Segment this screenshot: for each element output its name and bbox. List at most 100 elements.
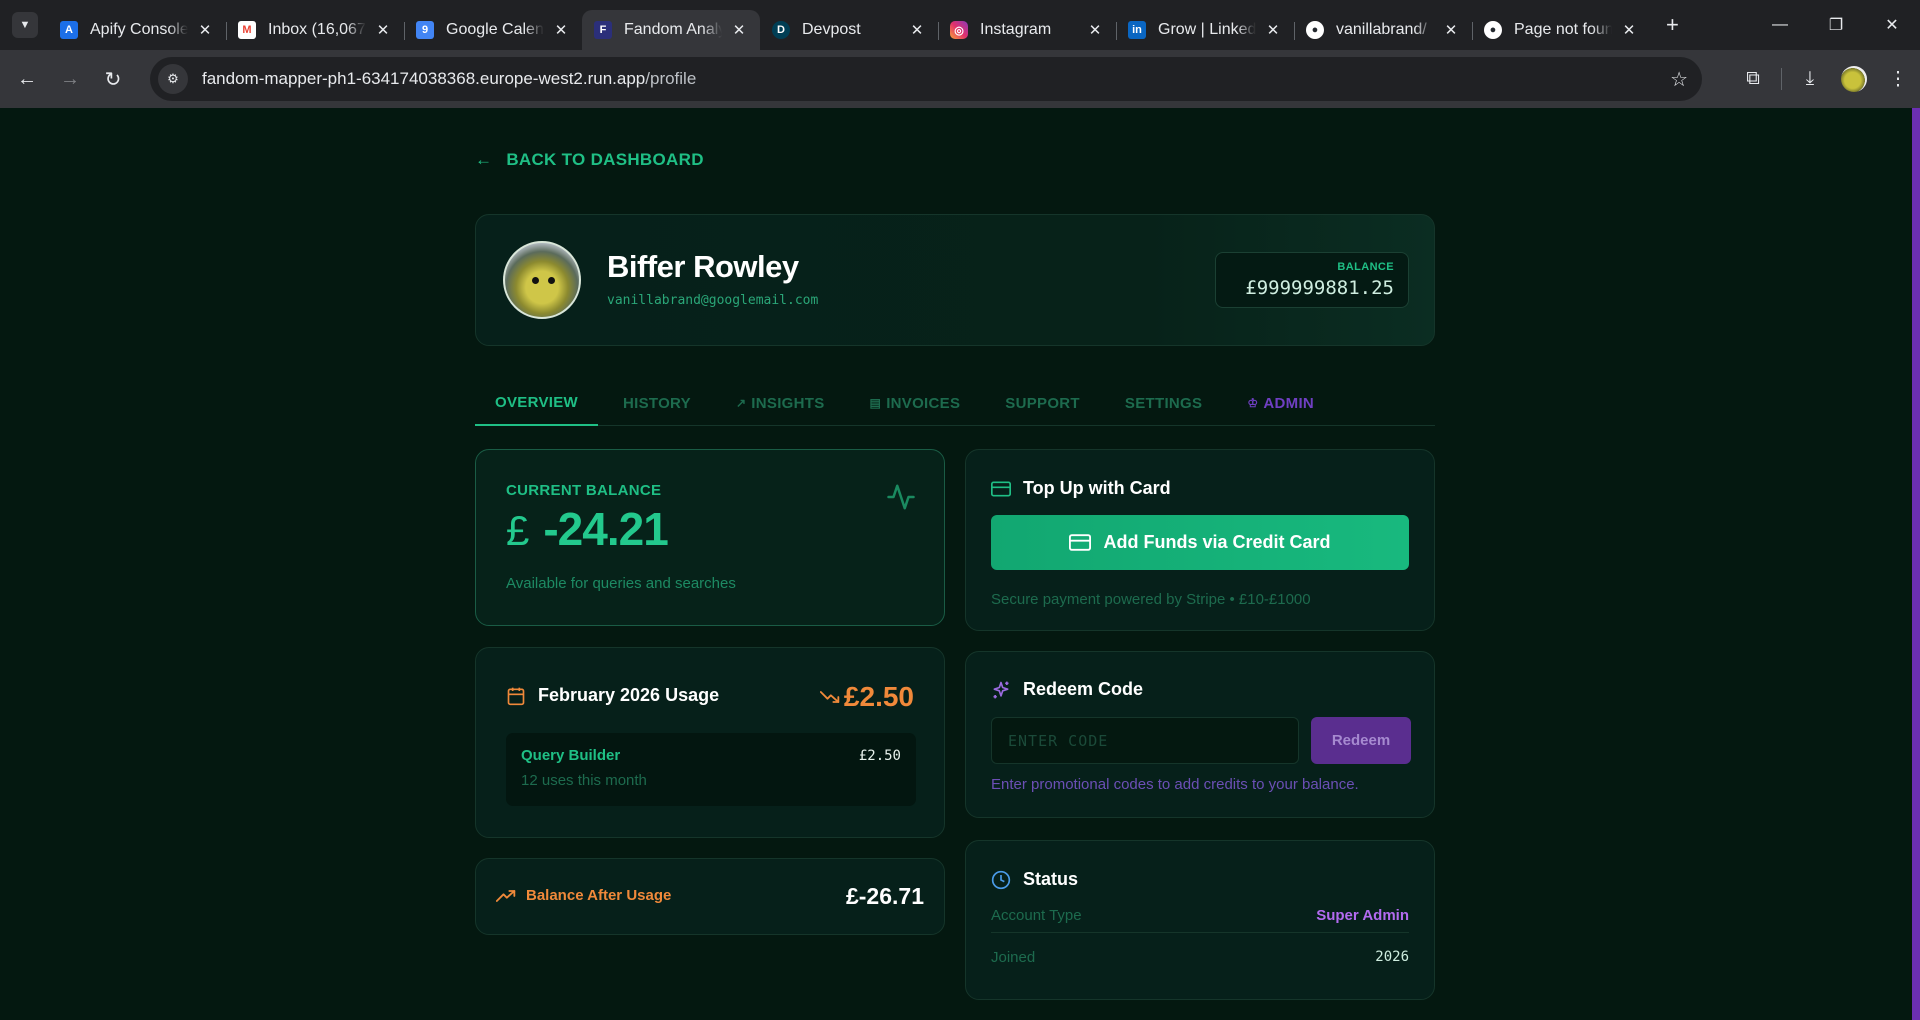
apify-icon: A: [60, 21, 78, 39]
add-funds-button[interactable]: Add Funds via Credit Card: [991, 515, 1409, 570]
tab-admin[interactable]: ♔ ADMIN: [1227, 380, 1334, 426]
usage-title-text: February 2026 Usage: [538, 685, 720, 705]
user-email: vanillabrand@googlemail.com: [607, 293, 819, 308]
profile-tabs: OVERVIEW HISTORY ↗ INSIGHTS ▤ INVOICES SUP…: [475, 380, 1435, 426]
tab-label: ADMIN: [1263, 394, 1315, 412]
browser-tab[interactable]: ● vanillabrand/ ✕: [1294, 10, 1472, 50]
linkedin-icon: in: [1128, 21, 1146, 39]
account-type-label: Account Type: [991, 907, 1082, 924]
status-card: Status Account Type Super Admin Joined 2…: [965, 840, 1435, 1000]
tab-settings[interactable]: SETTINGS: [1105, 380, 1222, 426]
account-type-row: Account Type Super Admin: [991, 899, 1409, 933]
joined-value: 2026: [1375, 949, 1409, 965]
browser-tab[interactable]: 9 Google Calendar ✕: [404, 10, 582, 50]
balance-after-value: £-26.71: [845, 883, 924, 909]
browser-tab[interactable]: D Devpost ✕: [760, 10, 938, 50]
profile-avatar[interactable]: [1832, 57, 1876, 101]
close-icon[interactable]: ✕: [196, 21, 214, 39]
list-item: Query Builder 12 uses this month £2.50: [506, 733, 916, 806]
close-icon[interactable]: ✕: [1442, 21, 1460, 39]
header-balance-label: BALANCE: [1337, 261, 1394, 273]
current-balance-subtitle: Available for queries and searches: [506, 575, 736, 592]
redeem-code-card: Redeem Code Redeem Enter promotional cod…: [965, 651, 1435, 818]
url-host: fandom-mapper-ph1-634174038368.europe-we…: [202, 69, 646, 88]
close-icon[interactable]: ✕: [730, 21, 748, 39]
browser-tab[interactable]: ● Page not found ✕: [1472, 10, 1650, 50]
redeem-button[interactable]: Redeem: [1311, 717, 1411, 764]
url-path: /profile: [645, 69, 697, 88]
scrollbar[interactable]: [1912, 108, 1920, 1020]
close-icon[interactable]: ✕: [1264, 21, 1282, 39]
tab-invoices[interactable]: ▤ INVOICES: [850, 380, 981, 426]
extensions-icon[interactable]: ⧉: [1731, 57, 1775, 101]
menu-kebab-icon[interactable]: ⋮: [1876, 57, 1920, 101]
bookmark-star-icon[interactable]: ☆: [1670, 67, 1688, 92]
crown-icon: ♔: [1247, 396, 1259, 410]
account-type-value: Super Admin: [1316, 907, 1409, 924]
browser-tab[interactable]: in Grow | LinkedIn ✕: [1116, 10, 1294, 50]
promo-code-input[interactable]: [991, 717, 1299, 764]
joined-row: Joined 2026: [991, 940, 1409, 974]
header-balance-value: £999999881.25: [1245, 277, 1394, 299]
tab-title: Grow | LinkedIn: [1158, 21, 1256, 38]
trending-up-icon: [496, 889, 516, 903]
current-balance-amount: £ -24.21: [506, 502, 669, 556]
tab-overview[interactable]: OVERVIEW: [475, 380, 598, 426]
tab-title: Devpost: [802, 21, 861, 38]
credit-card-icon: [991, 481, 1011, 497]
usage-total-value: £2.50: [843, 681, 914, 712]
close-icon[interactable]: ✕: [908, 21, 926, 39]
address-bar[interactable]: ⚙ fandom-mapper-ph1-634174038368.europe-…: [150, 57, 1702, 101]
tab-title: Inbox (16,067): [268, 21, 366, 38]
toolbar-actions: ⧉ ⤓ ⋮: [1731, 50, 1920, 108]
tab-title: Instagram: [980, 21, 1052, 38]
fandom-icon: F: [594, 21, 612, 39]
close-icon[interactable]: ✕: [552, 21, 570, 39]
reload-button[interactable]: ↻: [97, 63, 129, 95]
tab-label: SUPPORT: [1005, 394, 1080, 412]
close-icon[interactable]: ✕: [374, 21, 392, 39]
back-to-dashboard-link[interactable]: ← BACK TO DASHBOARD: [475, 150, 704, 170]
credit-card-icon: [1069, 534, 1092, 551]
browser-tab-active[interactable]: F Fandom Analytics ✕: [582, 10, 760, 50]
minimize-button[interactable]: —: [1752, 0, 1808, 50]
redeem-title: Redeem Code: [991, 679, 1143, 700]
new-tab-button[interactable]: +: [1666, 12, 1679, 38]
site-info-icon[interactable]: ⚙: [158, 64, 188, 94]
tab-support[interactable]: SUPPORT: [985, 380, 1100, 426]
back-button[interactable]: ←: [11, 63, 43, 95]
tab-title: vanillabrand/: [1336, 21, 1427, 38]
current-balance-label: CURRENT BALANCE: [506, 482, 662, 499]
browser-tab[interactable]: A Apify Console ✕: [48, 10, 226, 50]
redeem-note: Enter promotional codes to add credits t…: [991, 776, 1359, 793]
tab-label: SETTINGS: [1124, 394, 1203, 412]
tab-search-button[interactable]: ▼: [12, 12, 38, 38]
top-up-note: Secure payment powered by Stripe • £10-£…: [991, 591, 1311, 608]
tab-insights[interactable]: ↗ INSIGHTS: [716, 380, 845, 426]
joined-label: Joined: [991, 948, 1036, 966]
downloads-icon[interactable]: ⤓: [1788, 57, 1832, 101]
restore-button[interactable]: ❐: [1808, 0, 1864, 50]
usage-item-cost: £2.50: [858, 748, 901, 764]
tab-history[interactable]: HISTORY: [603, 380, 711, 426]
browser-tab[interactable]: M Inbox (16,067) ✕: [226, 10, 404, 50]
user-name: Biffer Rowley: [607, 249, 799, 284]
close-icon[interactable]: ✕: [1086, 21, 1104, 39]
balance-after-usage-card: Balance After Usage £-26.71: [475, 858, 945, 935]
usage-total: £2.50: [819, 681, 914, 713]
back-link-label: BACK TO DASHBOARD: [506, 150, 704, 169]
currency-symbol: £: [506, 507, 530, 554]
header-balance-box: BALANCE £999999881.25: [1215, 252, 1409, 308]
close-window-button[interactable]: ✕: [1864, 0, 1920, 50]
forward-button[interactable]: →: [54, 63, 86, 95]
browser-tab-strip: ▼ A Apify Console ✕ M Inbox (16,067) ✕ 9…: [0, 0, 1920, 50]
top-up-card: Top Up with Card Add Funds via Credit Ca…: [965, 449, 1435, 631]
tab-title: Apify Console: [90, 21, 188, 38]
activity-icon: [886, 482, 916, 517]
github-icon: ●: [1484, 21, 1502, 39]
url-text[interactable]: fandom-mapper-ph1-634174038368.europe-we…: [202, 69, 696, 89]
trending-down-icon: [819, 689, 840, 705]
usage-title: February 2026 Usage: [506, 685, 719, 706]
browser-tab[interactable]: ◎ Instagram ✕: [938, 10, 1116, 50]
close-icon[interactable]: ✕: [1620, 21, 1638, 39]
